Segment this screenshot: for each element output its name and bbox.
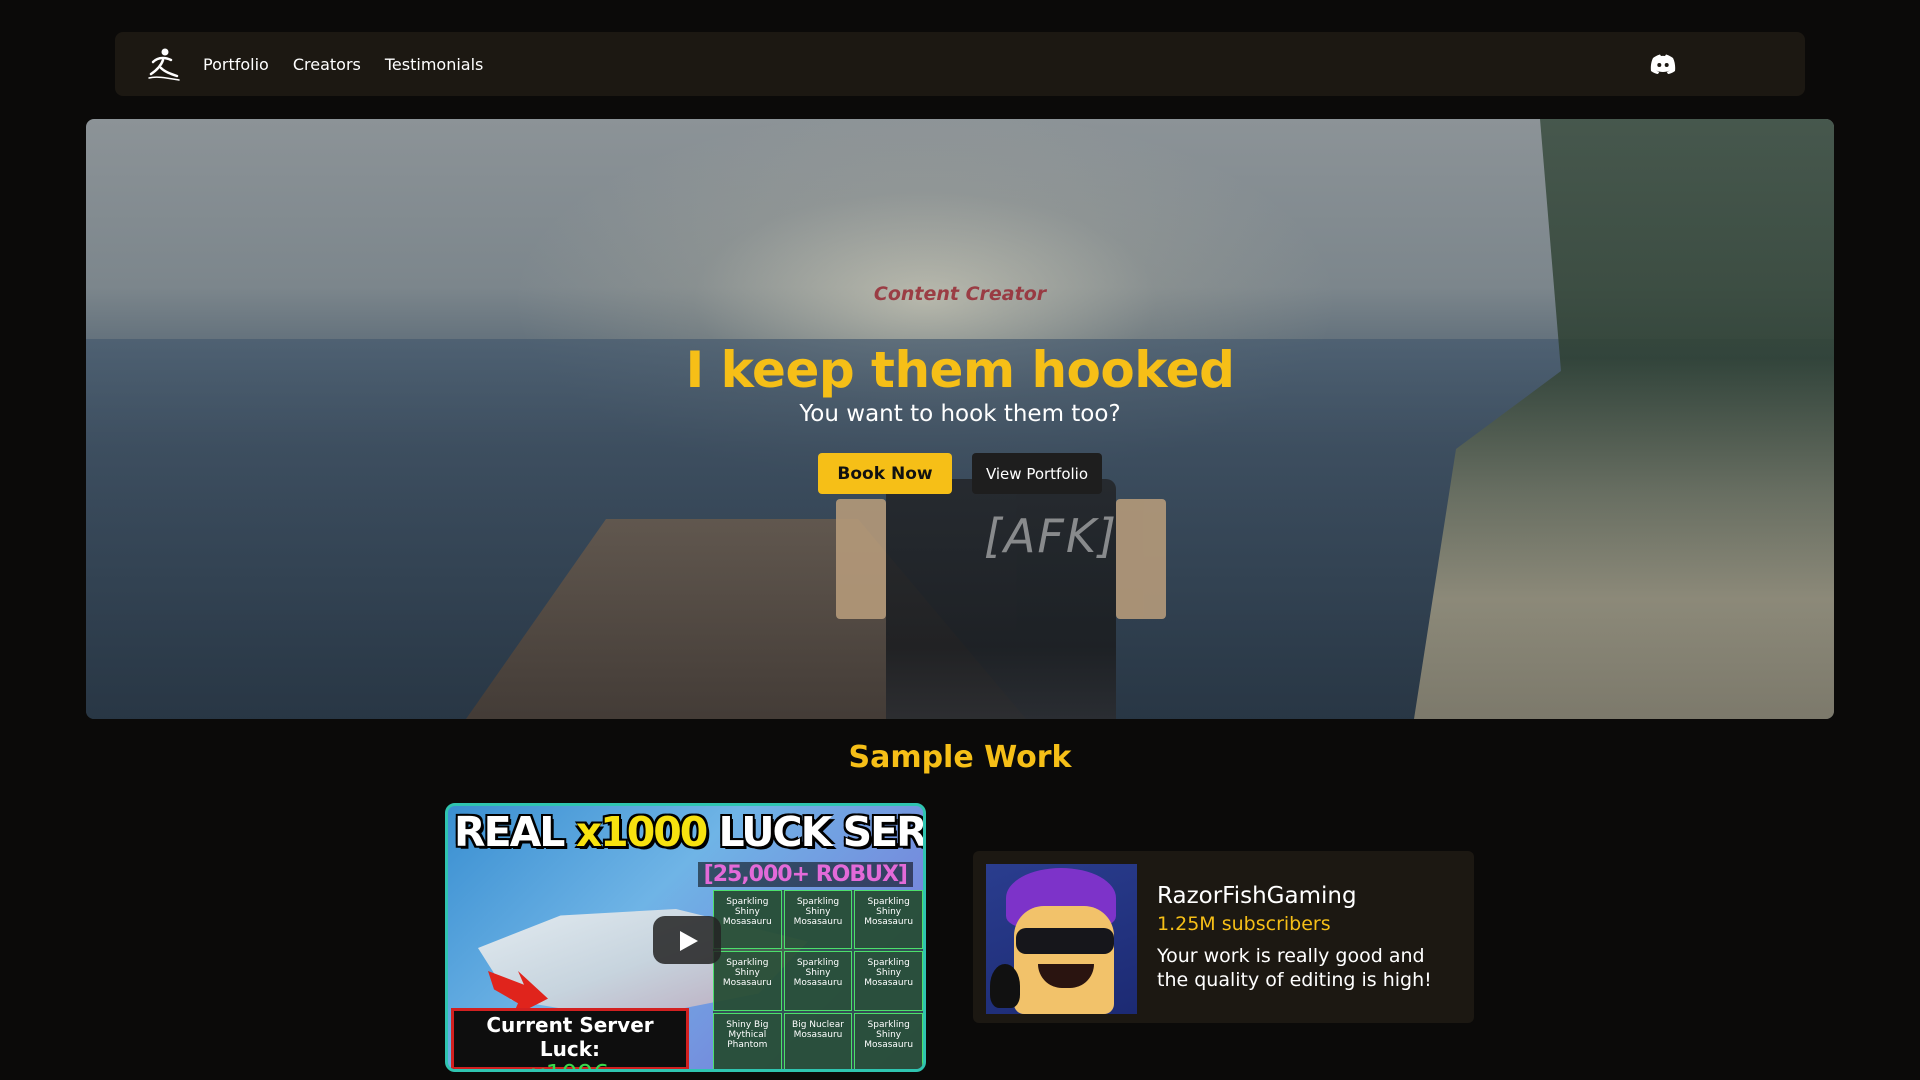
view-portfolio-button[interactable]: View Portfolio xyxy=(972,453,1102,494)
avatar xyxy=(986,864,1137,1014)
book-now-button[interactable]: Book Now xyxy=(818,453,952,494)
server-luck-value: x1096 xyxy=(454,1061,686,1070)
sample-work-title: Sample Work xyxy=(848,740,1072,775)
avatar-face xyxy=(1014,906,1114,1014)
testimonial-card: RazorFishGaming 1.25M subscribers Your w… xyxy=(973,851,1474,1023)
server-luck-box: Current Server Luck: x1096 xyxy=(451,1008,689,1070)
play-icon[interactable] xyxy=(653,916,721,964)
penguin-icon xyxy=(990,964,1020,1008)
nav-link-portfolio[interactable]: Portfolio xyxy=(203,55,269,74)
grid-cell: Sparkling Shiny Mosasauru xyxy=(713,890,782,950)
testimonial-subscriber-count: 1.25M subscribers xyxy=(1157,913,1331,935)
nav-link-testimonials[interactable]: Testimonials xyxy=(385,55,484,74)
thumbnail-title: REAL x1000 LUCK SERVER xyxy=(454,808,926,856)
testimonial-creator-name: RazorFishGaming xyxy=(1157,883,1357,909)
afk-tag: [AFK] xyxy=(984,509,1118,563)
testimonial-quote: Your work is really good and the quality… xyxy=(1157,945,1432,991)
dancer-logo-icon[interactable] xyxy=(143,44,183,84)
content-creator-tag: Content Creator xyxy=(873,283,1047,305)
sunglasses-icon xyxy=(1016,928,1114,954)
server-luck-label: Current Server Luck: xyxy=(486,1013,654,1061)
grid-cell: Sparkling Shiny Mosasauru xyxy=(854,1012,923,1069)
thumbnail-robux-tag: [25,000+ ROBUX] xyxy=(697,862,913,887)
hero-title: I keep them hooked xyxy=(685,341,1235,399)
grid-cell: Shiny Big Mythical Phantom xyxy=(713,1012,782,1069)
hero-button-group: Book Now View Portfolio xyxy=(86,453,1834,494)
grid-cell: Big Nuclear Mosasauru xyxy=(783,1012,853,1069)
grid-cell: Sparkling Shiny Mosasauru xyxy=(854,951,923,1011)
hero-subtitle: You want to hook them too? xyxy=(799,401,1121,427)
hero-banner: [AFK] Content Creator I keep them hooked… xyxy=(86,119,1834,719)
navbar: Portfolio Creators Testimonials xyxy=(115,32,1805,96)
thumbnail-title-part: LUCK SERVER xyxy=(718,808,926,856)
discord-icon[interactable] xyxy=(1649,50,1677,78)
grid-cell: Sparkling Shiny Mosasauru xyxy=(713,951,782,1011)
thumbnail-item-grid: Sparkling Shiny Mosasauru Sparkling Shin… xyxy=(713,890,923,1069)
grid-cell: Sparkling Shiny Mosasauru xyxy=(854,890,923,950)
nav-link-creators[interactable]: Creators xyxy=(293,55,361,74)
thumbnail-title-part: REAL xyxy=(454,808,576,856)
grid-cell: Sparkling Shiny Mosasauru xyxy=(783,951,853,1011)
grid-cell: Sparkling Shiny Mosasauru xyxy=(783,890,853,950)
thumbnail-title-highlight: x1000 xyxy=(575,808,709,856)
sample-video-thumbnail[interactable]: Sparkling Shiny Mosasauru Sparkling Shin… xyxy=(445,803,926,1072)
